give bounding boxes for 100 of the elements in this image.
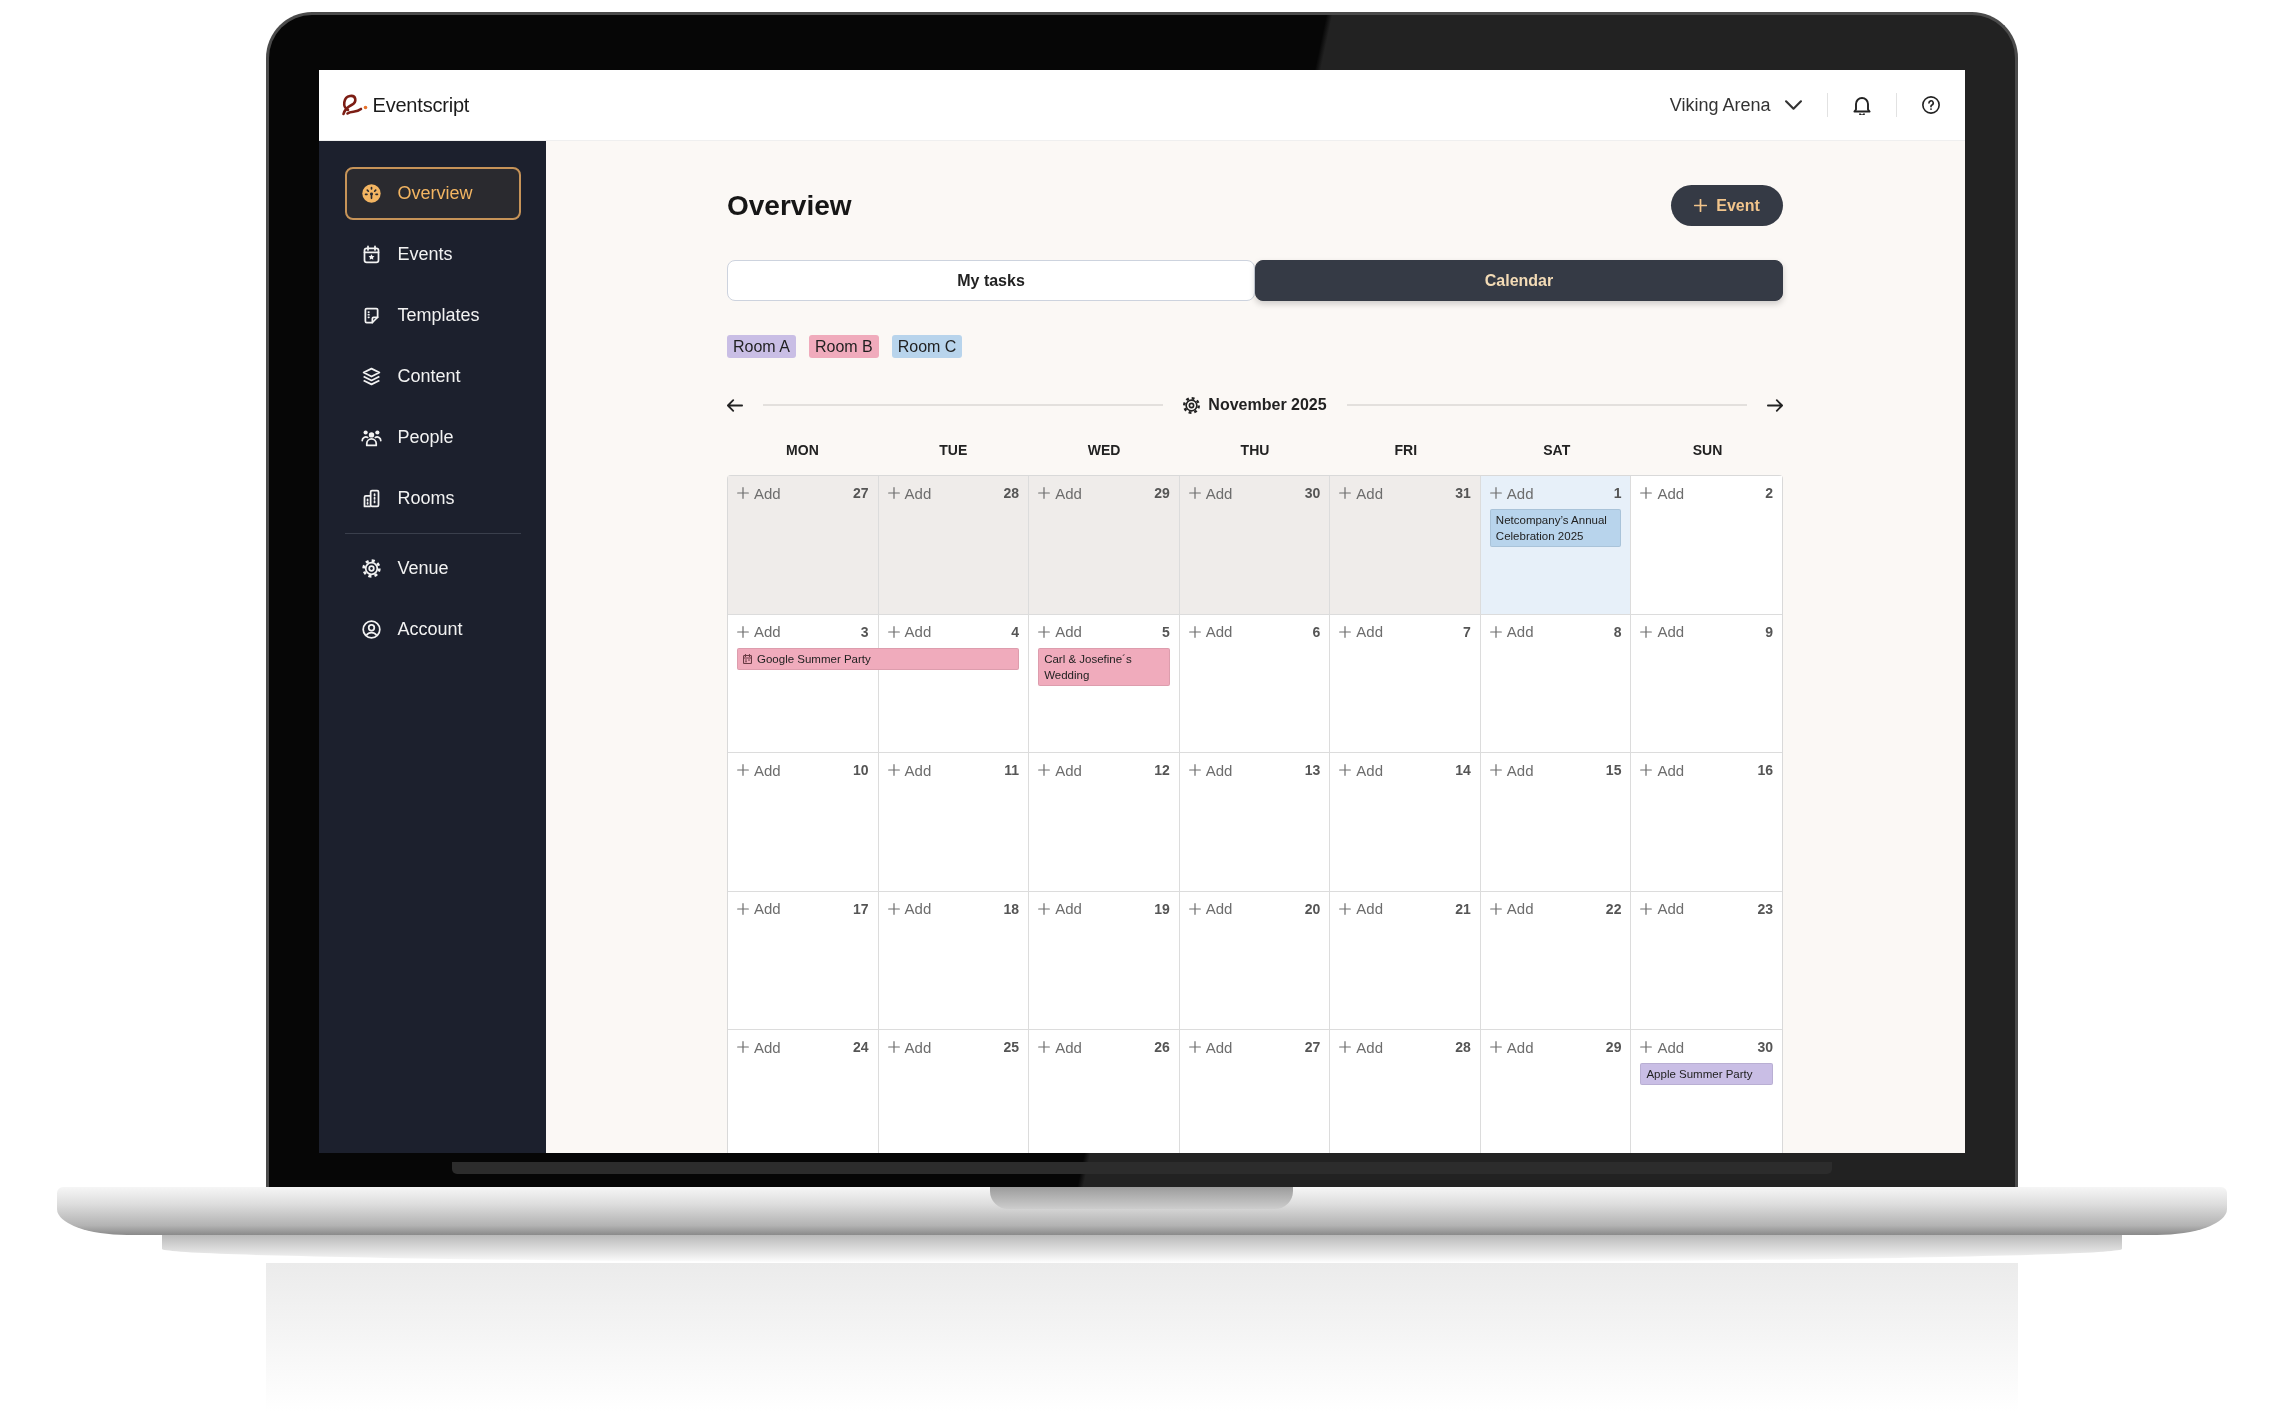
day-number: 14 bbox=[1455, 762, 1471, 778]
add-button[interactable]: Add bbox=[1339, 484, 1383, 502]
plus-icon bbox=[1489, 764, 1502, 776]
add-button[interactable]: Add bbox=[1339, 623, 1383, 640]
day-number: 19 bbox=[1154, 900, 1170, 917]
plus-icon bbox=[1640, 487, 1653, 499]
add-button[interactable]: Add bbox=[1339, 900, 1383, 917]
add-button[interactable]: Add bbox=[1188, 1038, 1233, 1056]
add-button[interactable]: Add bbox=[1188, 623, 1233, 640]
add-button[interactable]: Add bbox=[1339, 761, 1383, 779]
day-number: 28 bbox=[1455, 1039, 1471, 1055]
add-button[interactable]: Add bbox=[887, 900, 932, 917]
add-button[interactable]: Add bbox=[1489, 623, 1534, 640]
day-number: 25 bbox=[1003, 1039, 1020, 1055]
day-number: 9 bbox=[1765, 623, 1773, 640]
sidebar-item[interactable]: Events bbox=[344, 228, 521, 281]
add-button[interactable]: Add bbox=[737, 761, 781, 779]
add-button[interactable]: Add bbox=[1640, 761, 1685, 779]
weekday-label: MON bbox=[785, 441, 820, 460]
day-number: 2 bbox=[1765, 485, 1773, 501]
help-icon[interactable] bbox=[1921, 95, 1940, 115]
add-button[interactable]: Add bbox=[1188, 900, 1233, 917]
add-button[interactable]: Add bbox=[1188, 484, 1233, 502]
plus-icon bbox=[887, 764, 900, 776]
plus-icon bbox=[1640, 902, 1653, 915]
page-title: Overview bbox=[727, 189, 852, 222]
sidebar-item[interactable]: Templates bbox=[344, 289, 521, 342]
calendar-icon bbox=[743, 653, 752, 664]
sidebar-item[interactable]: Content bbox=[344, 350, 521, 403]
logo-text: Eventscript bbox=[372, 93, 470, 117]
plus-icon bbox=[1188, 1041, 1201, 1053]
day-number: 4 bbox=[1011, 623, 1020, 640]
view-tab[interactable]: Calendar bbox=[1255, 260, 1783, 301]
plus-icon bbox=[737, 487, 749, 499]
day-number: 29 bbox=[1605, 1039, 1622, 1055]
day-number: 23 bbox=[1757, 900, 1773, 917]
plus-icon bbox=[1339, 764, 1352, 776]
sidebar-item[interactable]: Venue bbox=[344, 542, 521, 595]
plus-icon bbox=[1038, 902, 1051, 915]
add-button[interactable]: Add bbox=[1640, 484, 1685, 502]
calendar-event[interactable]: Google Summer Party bbox=[737, 647, 1020, 670]
add-button[interactable]: Add bbox=[1038, 623, 1082, 640]
calendar-event[interactable]: Apple Summer Party bbox=[1640, 1063, 1773, 1085]
gear-icon[interactable] bbox=[1183, 396, 1201, 414]
plus-icon bbox=[737, 764, 749, 776]
arrow-right-icon[interactable] bbox=[1767, 398, 1783, 412]
plus-icon bbox=[1694, 199, 1708, 212]
plus-icon bbox=[737, 625, 749, 638]
plus-icon bbox=[1640, 764, 1653, 776]
add-button[interactable]: Add bbox=[887, 1038, 932, 1056]
add-button[interactable]: Add bbox=[1640, 623, 1685, 640]
plus-icon bbox=[1339, 1041, 1352, 1053]
add-button[interactable]: Add bbox=[1038, 1038, 1082, 1056]
view-tab[interactable]: My tasks bbox=[727, 260, 1255, 301]
people-icon bbox=[360, 427, 382, 448]
add-button[interactable]: Add bbox=[887, 761, 932, 779]
calendar-event[interactable]: Carl & Josefine´s Wedding bbox=[1038, 647, 1170, 686]
plus-icon bbox=[1188, 487, 1201, 499]
add-button[interactable]: Add bbox=[737, 623, 781, 640]
plus-icon bbox=[887, 625, 900, 638]
venue-selector[interactable]: Viking Arena bbox=[1669, 94, 1802, 116]
plus-icon bbox=[887, 1041, 900, 1053]
new-event-button[interactable]: Event bbox=[1671, 185, 1783, 226]
add-button[interactable]: Add bbox=[887, 484, 932, 502]
room-tag: Room B bbox=[808, 335, 879, 358]
sidebar-item[interactable]: Overview bbox=[344, 167, 521, 220]
add-button[interactable]: Add bbox=[1038, 761, 1082, 779]
day-number: 16 bbox=[1757, 762, 1773, 778]
sidebar-item[interactable]: Account bbox=[344, 603, 521, 656]
weekday-label: SAT bbox=[1542, 441, 1572, 460]
add-button[interactable]: Add bbox=[737, 484, 781, 502]
add-button[interactable]: Add bbox=[887, 623, 932, 640]
day-number: 13 bbox=[1304, 762, 1321, 778]
plus-icon bbox=[1188, 625, 1201, 638]
calendar-event[interactable]: Netcompany’s Annual Celebration 2025 bbox=[1489, 509, 1622, 547]
sidebar-item[interactable]: People bbox=[344, 411, 521, 464]
add-button[interactable]: Add bbox=[1489, 761, 1534, 779]
add-button[interactable]: Add bbox=[1038, 484, 1082, 502]
layers-icon bbox=[360, 366, 382, 387]
add-button[interactable]: Add bbox=[1339, 1038, 1383, 1056]
bell-icon[interactable] bbox=[1852, 95, 1871, 115]
plus-icon bbox=[1640, 625, 1653, 638]
day-number: 1 bbox=[1613, 485, 1622, 501]
gear-icon bbox=[360, 558, 382, 579]
add-button[interactable]: Add bbox=[1188, 761, 1233, 779]
add-button[interactable]: Add bbox=[1038, 900, 1082, 917]
add-button[interactable]: Add bbox=[1640, 1038, 1685, 1056]
day-number: 20 bbox=[1304, 900, 1321, 917]
add-button[interactable]: Add bbox=[1489, 900, 1534, 917]
day-number: 6 bbox=[1312, 623, 1321, 640]
plus-icon bbox=[737, 902, 749, 915]
sidebar-item[interactable]: Rooms bbox=[344, 472, 521, 525]
add-button[interactable]: Add bbox=[737, 900, 781, 917]
add-button[interactable]: Add bbox=[1489, 484, 1534, 502]
add-button[interactable]: Add bbox=[1489, 1038, 1534, 1056]
day-number: 11 bbox=[1004, 762, 1020, 778]
arrow-left-icon[interactable] bbox=[727, 398, 743, 412]
add-button[interactable]: Add bbox=[737, 1038, 781, 1056]
add-button[interactable]: Add bbox=[1640, 900, 1685, 917]
month-label: November 2025 bbox=[1208, 396, 1327, 414]
